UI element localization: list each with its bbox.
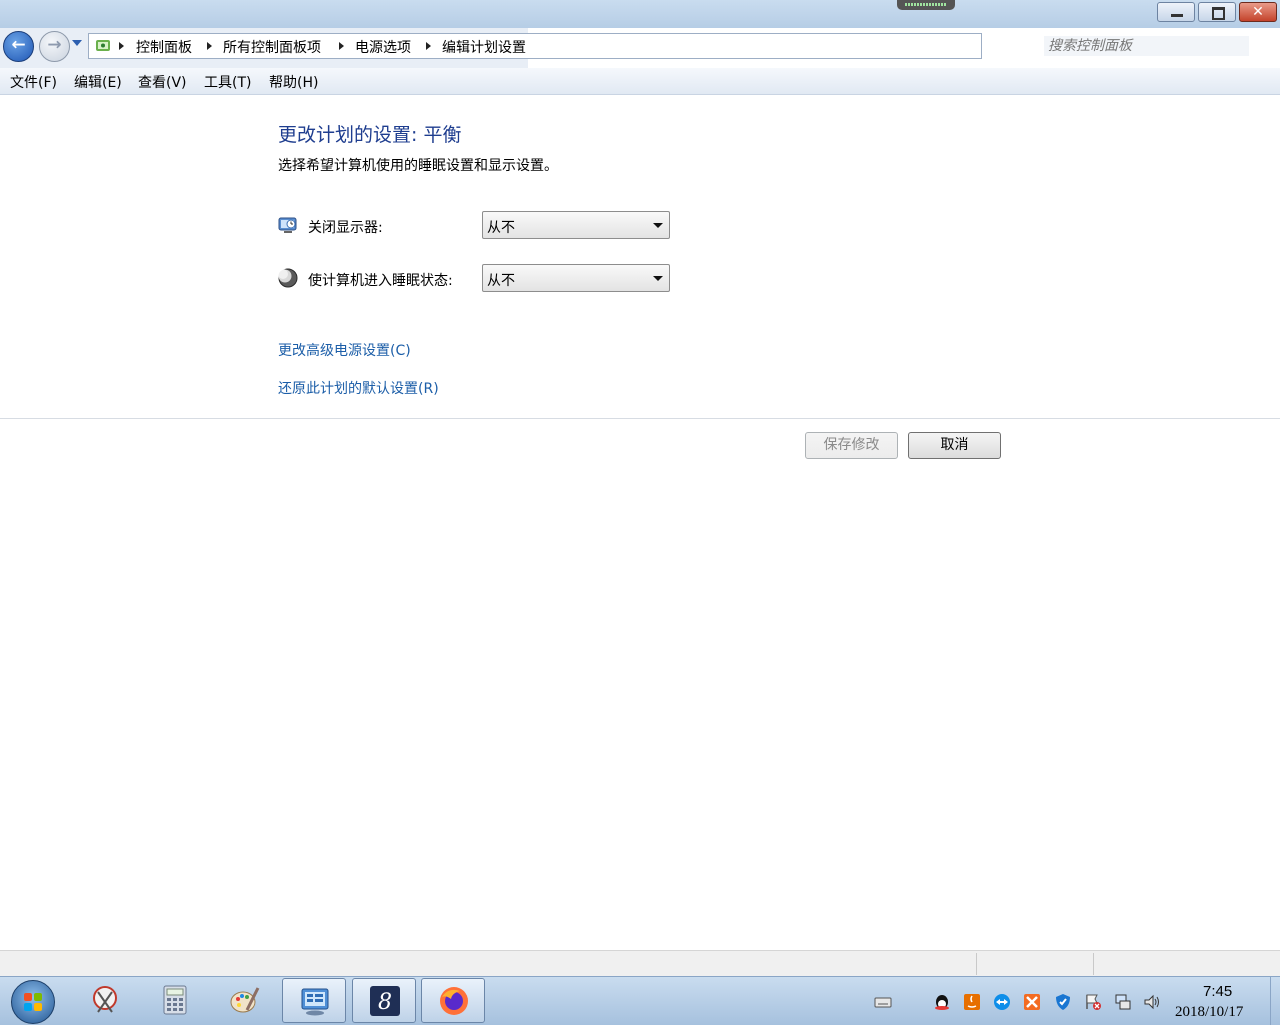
xmind-icon[interactable] — [1023, 993, 1041, 1011]
turn-off-display-select[interactable]: 从不 — [482, 211, 670, 239]
scrivener-icon: 8 — [370, 986, 400, 1016]
monitor-icon — [278, 217, 297, 233]
taskbar-snipping-tool[interactable] — [73, 978, 137, 1023]
breadcrumb-separator-icon[interactable] — [119, 42, 124, 50]
taskbar: 8 7:45 2018/10/17 — [0, 976, 1280, 1025]
show-desktop-button[interactable] — [1270, 977, 1280, 1025]
breadcrumb-separator-icon[interactable] — [339, 42, 344, 50]
address-bar[interactable]: 控制面板 所有控制面板项 电源选项 编辑计划设置 — [88, 33, 982, 59]
action-center-icon[interactable] — [1084, 993, 1102, 1011]
breadcrumb-power-options[interactable]: 电源选项 — [355, 37, 411, 57]
advanced-power-settings-link[interactable]: 更改高级电源设置(C) — [278, 340, 411, 360]
control-panel-icon — [96, 40, 110, 51]
paint-icon — [230, 987, 260, 1013]
taskbar-calculator[interactable] — [143, 978, 207, 1023]
breadcrumb-separator-icon[interactable] — [207, 42, 212, 50]
divider — [0, 418, 1280, 419]
snipping-tool-icon — [93, 986, 117, 1013]
restore-defaults-link[interactable]: 还原此计划的默认设置(R) — [278, 378, 439, 398]
moon-icon — [278, 268, 298, 288]
start-button[interactable] — [11, 980, 55, 1024]
menu-bar: 文件(F) 编辑(E) 查看(V) 工具(T) 帮助(H) — [0, 68, 1280, 95]
save-button[interactable]: 保存修改 — [805, 432, 898, 459]
cancel-button[interactable]: 取消 — [908, 432, 1001, 459]
minimize-button[interactable] — [1157, 2, 1195, 22]
taskbar-scrivener[interactable]: 8 — [352, 978, 416, 1023]
minimize-icon — [1171, 14, 1183, 17]
volume-icon[interactable] — [1143, 993, 1161, 1011]
java-icon[interactable] — [963, 993, 981, 1011]
turn-off-display-label: 关闭显示器: — [308, 220, 383, 236]
menu-help[interactable]: 帮助(H) — [269, 72, 318, 92]
chevron-down-icon — [653, 223, 663, 228]
control-panel-icon — [301, 988, 329, 1016]
taskbar-firefox[interactable] — [421, 978, 485, 1023]
back-button[interactable]: ← — [3, 31, 34, 62]
forward-button[interactable]: → — [39, 31, 70, 62]
close-icon: ✕ — [1252, 4, 1264, 20]
turn-off-display-value: 从不 — [487, 220, 515, 236]
clock-time[interactable]: 7:45 — [1203, 983, 1232, 1000]
clock-date[interactable]: 2018/10/17 — [1175, 1004, 1243, 1021]
sleep-select[interactable]: 从不 — [482, 264, 670, 292]
breadcrumb-control-panel[interactable]: 控制面板 — [136, 37, 192, 57]
taskbar-control-panel[interactable] — [282, 978, 346, 1023]
close-button[interactable]: ✕ — [1239, 2, 1277, 22]
forward-arrow-icon: → — [47, 35, 62, 55]
breadcrumb-separator-icon[interactable] — [426, 42, 431, 50]
network-icon[interactable] — [1114, 993, 1132, 1011]
page-subtitle: 选择希望计算机使用的睡眠设置和显示设置。 — [278, 158, 558, 174]
page-title: 更改计划的设置: 平衡 — [278, 124, 462, 146]
breadcrumb-edit-plan[interactable]: 编辑计划设置 — [442, 37, 526, 57]
firefox-icon — [440, 987, 468, 1015]
chevron-down-icon — [653, 276, 663, 281]
svg-text:8: 8 — [378, 990, 392, 1015]
navigation-bar: ← → 控制面板 所有控制面板项 电源选项 编辑计划设置 搜索控制面板 — [0, 28, 1280, 68]
menu-tools[interactable]: 工具(T) — [204, 72, 251, 92]
breadcrumb-all-items[interactable]: 所有控制面板项 — [223, 37, 321, 57]
sleep-label: 使计算机进入睡眠状态: — [308, 273, 453, 289]
recent-pages-dropdown-icon[interactable] — [72, 40, 82, 46]
back-arrow-icon: ← — [11, 35, 26, 55]
menu-view[interactable]: 查看(V) — [138, 72, 187, 92]
menu-edit[interactable]: 编辑(E) — [74, 72, 122, 92]
windows-logo-icon — [24, 993, 32, 1001]
taskbar-paint[interactable] — [213, 978, 277, 1023]
qq-icon[interactable] — [933, 993, 951, 1011]
search-input[interactable]: 搜索控制面板 — [1044, 36, 1249, 56]
keyboard-icon[interactable] — [874, 993, 892, 1011]
restore-icon — [1212, 7, 1225, 20]
maximize-button[interactable] — [1198, 2, 1236, 22]
teamviewer-icon[interactable] — [993, 993, 1011, 1011]
status-bar — [0, 950, 1280, 977]
menu-file[interactable]: 文件(F) — [10, 72, 57, 92]
calculator-icon — [163, 985, 187, 1015]
title-bar-grip — [897, 0, 955, 10]
shield-icon[interactable] — [1054, 993, 1072, 1011]
sleep-value: 从不 — [487, 273, 515, 289]
